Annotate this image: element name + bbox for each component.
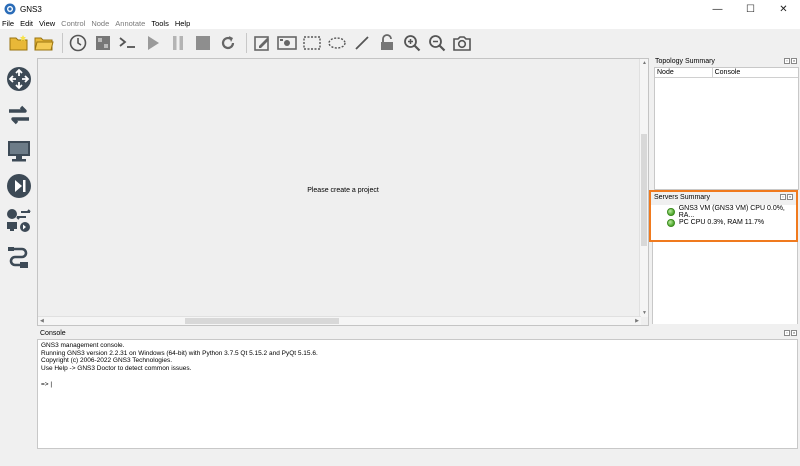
close-dock-icon[interactable]: × [787, 194, 793, 200]
add-link-icon[interactable] [6, 244, 32, 270]
gns3-app-icon [4, 3, 16, 15]
menu-bar: File Edit View Control Node Annotate Too… [0, 18, 800, 29]
topology-summary-table: Node Console [654, 67, 799, 190]
servers-list: GNS3 VM (GNS3 VM) CPU 0.0%, RA... PC CPU… [651, 205, 796, 240]
draw-ellipse-icon[interactable] [326, 32, 348, 54]
topology-summary-dock: Topology Summary ▫ × Node Console [652, 56, 800, 190]
topology-canvas[interactable]: Please create a project ▲ ▼ ◀ ▶ [37, 58, 649, 326]
console-line: Copyright (c) 2006-2022 GNS3 Technologie… [41, 357, 173, 365]
menu-edit[interactable]: Edit [20, 19, 33, 28]
device-toolbar [0, 58, 37, 276]
security-device-icon[interactable] [6, 173, 32, 199]
title-bar: GNS3 — ☐ ✕ [0, 0, 800, 18]
menu-control[interactable]: Control [61, 19, 85, 28]
menu-annotate[interactable]: Annotate [115, 19, 145, 28]
status-bar [0, 450, 800, 466]
zoom-out-icon[interactable] [426, 32, 448, 54]
float-dock-icon[interactable]: ▫ [780, 194, 786, 200]
server-row-gns3-vm[interactable]: GNS3 VM (GNS3 VM) CPU 0.0%, RA... [651, 204, 796, 219]
scroll-left-icon[interactable]: ◀ [40, 318, 44, 324]
draw-rectangle-icon[interactable] [301, 32, 323, 54]
console-dock: Console ▫ × GNS3 management console. Run… [37, 328, 800, 450]
draw-line-icon[interactable] [351, 32, 373, 54]
scroll-down-icon[interactable]: ▼ [642, 310, 647, 316]
menu-view[interactable]: View [39, 19, 55, 28]
menu-help[interactable]: Help [175, 19, 190, 28]
topology-table-header: Node Console [655, 68, 798, 78]
new-project-icon[interactable] [8, 32, 30, 54]
maximize-button[interactable]: ☐ [734, 0, 767, 18]
close-dock-icon[interactable]: × [791, 330, 797, 336]
insert-image-icon[interactable] [276, 32, 298, 54]
scroll-right-icon[interactable]: ▶ [635, 318, 639, 324]
start-all-icon[interactable] [142, 32, 164, 54]
menu-node[interactable]: Node [91, 19, 109, 28]
console-all-icon[interactable] [117, 32, 139, 54]
toolbar-separator [62, 33, 63, 53]
float-dock-icon[interactable]: ▫ [784, 330, 790, 336]
horizontal-scroll-thumb[interactable] [185, 318, 339, 324]
minimize-button[interactable]: — [701, 0, 734, 18]
canvas-vertical-scrollbar[interactable]: ▲ ▼ [639, 59, 648, 317]
console-header: Console ▫ × [37, 328, 800, 338]
canvas-message: Please create a project [307, 187, 379, 194]
end-device-icon[interactable] [6, 138, 32, 164]
console-line: Running GNS3 version 2.2.31 on Windows (… [41, 349, 318, 357]
float-dock-icon[interactable]: ▫ [784, 58, 790, 64]
server-status-icon [667, 207, 675, 216]
add-note-icon[interactable] [251, 32, 273, 54]
close-dock-icon[interactable]: × [791, 58, 797, 64]
all-devices-icon[interactable] [6, 208, 32, 234]
suspend-all-icon[interactable] [167, 32, 189, 54]
snapshot-icon[interactable] [67, 32, 89, 54]
stop-all-icon[interactable] [192, 32, 214, 54]
server-status-icon [667, 218, 675, 227]
menu-file[interactable]: File [2, 19, 14, 28]
main-toolbar [0, 29, 800, 57]
switch-icon[interactable] [6, 102, 32, 128]
toolbar-separator [246, 33, 247, 53]
console-prompt[interactable]: => | [41, 381, 794, 389]
canvas-horizontal-scrollbar[interactable]: ◀ ▶ [38, 316, 641, 325]
vertical-scroll-thumb[interactable] [641, 134, 647, 246]
window-title: GNS3 [20, 4, 42, 14]
console-line: Use Help -> GNS3 Doctor to detect common… [41, 364, 192, 372]
scroll-up-icon[interactable]: ▲ [642, 60, 647, 66]
router-icon[interactable] [6, 66, 32, 92]
show-interface-labels-icon[interactable] [92, 32, 114, 54]
servers-summary-dock: Servers Summary ▫ × GNS3 VM (GNS3 VM) CP… [649, 190, 798, 242]
reload-all-icon[interactable] [217, 32, 239, 54]
column-header-console[interactable]: Console [713, 68, 798, 77]
servers-summary-empty-area [652, 242, 798, 324]
topology-summary-title: Topology Summary [655, 57, 715, 65]
open-project-icon[interactable] [33, 32, 55, 54]
console-output[interactable]: GNS3 management console. Running GNS3 ve… [37, 339, 798, 449]
server-label: PC CPU 0.3%, RAM 11.7% [679, 219, 765, 226]
column-header-node[interactable]: Node [655, 68, 713, 77]
console-title: Console [40, 329, 66, 337]
servers-summary-title: Servers Summary [654, 193, 711, 201]
lock-icon[interactable] [376, 32, 398, 54]
menu-tools[interactable]: Tools [151, 19, 169, 28]
topology-summary-header: Topology Summary ▫ × [652, 56, 800, 66]
console-line: GNS3 management console. [41, 342, 125, 349]
server-row-pc[interactable]: PC CPU 0.3%, RAM 11.7% [651, 217, 796, 228]
close-button[interactable]: ✕ [767, 0, 800, 18]
servers-summary-header: Servers Summary ▫ × [651, 192, 796, 202]
zoom-in-icon[interactable] [401, 32, 423, 54]
screenshot-icon[interactable] [451, 32, 473, 54]
server-label: GNS3 VM (GNS3 VM) CPU 0.0%, RA... [678, 204, 785, 219]
